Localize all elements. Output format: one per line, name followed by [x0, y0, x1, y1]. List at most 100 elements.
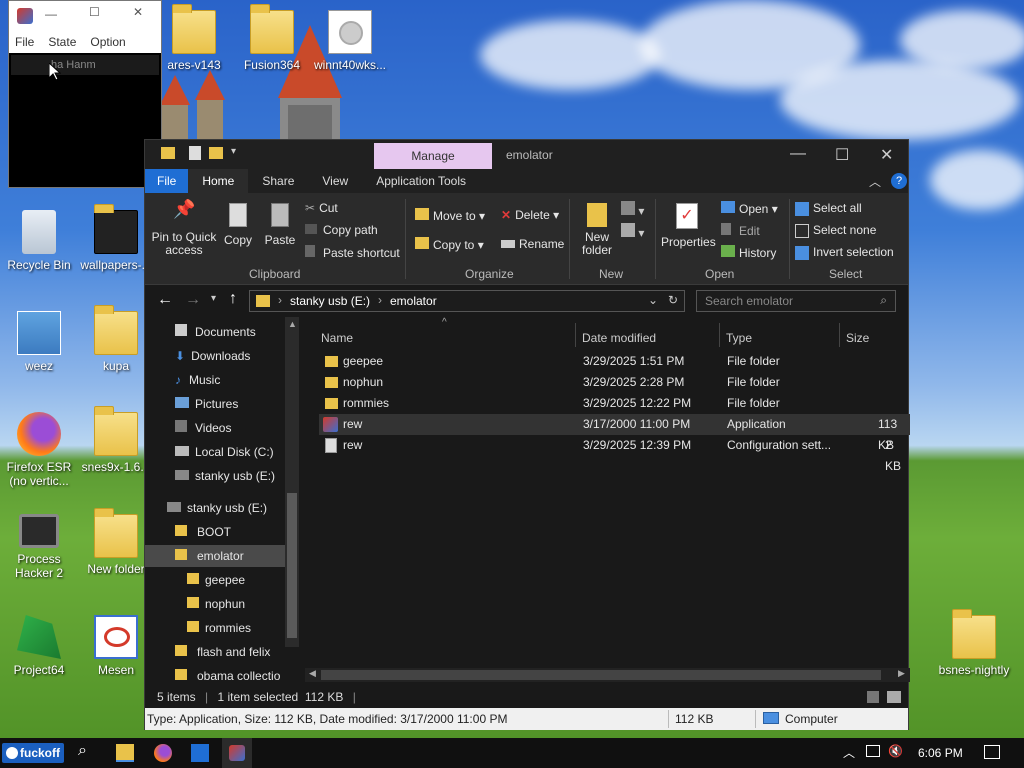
close-button[interactable]: ✕ [133, 5, 143, 19]
tab-share[interactable]: Share [248, 169, 308, 193]
close-button[interactable]: ✕ [880, 145, 893, 165]
up-arrow-icon[interactable]: ↑ [229, 290, 237, 308]
copy-path-button[interactable]: Copy path [305, 223, 378, 237]
minimize-button[interactable]: — [790, 145, 806, 163]
column-header-date[interactable]: Date modified [582, 331, 656, 345]
nav-obama-collection[interactable]: obama collectio [175, 665, 280, 685]
search-icon[interactable]: ⌕ [78, 742, 96, 760]
recent-dropdown-icon[interactable]: ▾ [211, 293, 216, 304]
desktop-icon-ares[interactable]: ares-v143 [156, 4, 232, 72]
nav-music[interactable]: ♪ Music [175, 369, 220, 391]
tray-chevron-icon[interactable]: ︿ [843, 744, 855, 761]
desktop-icon-snes9x[interactable]: snes9x-1.6... [78, 406, 154, 474]
nav-boot[interactable]: BOOT [175, 521, 231, 543]
select-all-button[interactable]: Select all [795, 201, 862, 216]
qat-dropdown-icon[interactable]: ▾ [231, 146, 236, 157]
edit-button[interactable]: Edit [721, 223, 760, 238]
tab-home[interactable]: Home [188, 169, 249, 193]
file-row-selected[interactable]: rew 3/17/2000 11:00 PM Application 113 K… [319, 414, 910, 452]
minimize-button[interactable]: — [45, 7, 57, 21]
paste-button[interactable]: Paste [263, 203, 297, 247]
details-view-icon[interactable] [867, 691, 879, 703]
tab-file[interactable]: File [145, 169, 189, 193]
file-explorer-taskbar-icon[interactable] [116, 744, 134, 762]
delete-button[interactable]: ✕ Delete ▾ [501, 208, 559, 222]
address-dropdown-icon[interactable]: ⌄ [648, 293, 658, 307]
nav-geepee[interactable]: geepee [187, 569, 245, 591]
desktop-icon-bsnes[interactable]: bsnes-nightly [936, 609, 1012, 677]
nav-emolator[interactable]: emolator [145, 545, 285, 567]
nav-nophun[interactable]: nophun [187, 593, 245, 615]
nav-local-disk[interactable]: Local Disk (C:) [175, 441, 274, 463]
easy-access-button[interactable]: ▾ [621, 223, 644, 240]
maximize-button[interactable]: ☐ [89, 5, 100, 19]
pin-quick-access-button[interactable]: 📌 Pin to Quick access [151, 200, 217, 257]
invert-selection-button[interactable]: Invert selection [795, 245, 894, 260]
file-row[interactable]: rommies 3/29/2025 12:22 PM File folder [319, 393, 910, 414]
menu-option[interactable]: Option [90, 35, 125, 49]
menu-file[interactable]: File [15, 35, 34, 49]
select-none-button[interactable]: Select none [795, 223, 876, 238]
copy-button[interactable]: Copy [223, 203, 253, 247]
desktop-icon-wallpapers[interactable]: wallpapers-... [78, 204, 154, 272]
desktop-icon-project64[interactable]: Project64 [1, 615, 77, 677]
nav-stanky-usb[interactable]: stanky usb (E:) [175, 465, 275, 487]
nav-scrollbar-thumb[interactable] [287, 493, 297, 638]
tab-application-tools[interactable]: Application Tools [362, 169, 480, 193]
network-icon[interactable] [866, 745, 880, 757]
nav-rommies[interactable]: rommies [187, 617, 251, 639]
desktop-icon-winnt40[interactable]: winnt40wks... [312, 10, 388, 72]
properties-button[interactable]: ✓ Properties [661, 203, 716, 249]
file-row[interactable]: geepee 3/29/2025 1:51 PM File folder [319, 351, 910, 372]
forward-arrow-icon[interactable]: → [185, 291, 201, 309]
nav-stanky-usb-root[interactable]: stanky usb (E:) [167, 497, 267, 519]
scroll-left-icon[interactable]: ◀ [309, 668, 316, 679]
collapse-ribbon-icon[interactable]: ︿ [869, 173, 881, 190]
new-folder-button[interactable]: New folder [577, 203, 617, 257]
tab-view[interactable]: View [308, 169, 362, 193]
rename-button[interactable]: Rename [501, 237, 564, 251]
mini-list-item[interactable]: ha Hanm [11, 55, 159, 75]
column-header-size[interactable]: Size [846, 331, 869, 345]
scroll-right-icon[interactable]: ▶ [898, 668, 905, 679]
nav-flash-and-felix[interactable]: flash and felix [175, 641, 270, 663]
tab-manage[interactable]: Manage [374, 143, 492, 169]
nav-pictures[interactable]: Pictures [175, 393, 238, 415]
desktop-icon-process-hacker[interactable]: Process Hacker 2 [1, 514, 77, 580]
file-row[interactable]: nophun 3/29/2025 2:28 PM File folder [319, 372, 910, 393]
move-to-button[interactable]: Move to ▾ [415, 208, 485, 223]
outlook-taskbar-icon[interactable] [191, 744, 209, 762]
copy-to-button[interactable]: Copy to ▾ [415, 237, 484, 252]
breadcrumb-folder[interactable]: emolator [390, 294, 437, 308]
desktop-icon-recycle-bin[interactable]: Recycle Bin [1, 210, 77, 272]
qat-folder-icon[interactable] [161, 147, 175, 159]
menu-state[interactable]: State [48, 35, 76, 49]
horizontal-scrollbar[interactable]: ◀ ▶ [305, 668, 910, 682]
desktop-icon-mesen[interactable]: Mesen [78, 615, 154, 677]
cut-button[interactable]: ✂ Cut [305, 201, 338, 215]
nav-scrollbar[interactable]: ▲ [285, 317, 299, 647]
large-icons-view-icon[interactable] [887, 691, 901, 703]
qat-newfolder-icon[interactable] [209, 147, 223, 159]
paste-shortcut-button[interactable]: Paste shortcut [305, 245, 400, 260]
volume-muted-icon[interactable]: 🔇 [888, 744, 903, 758]
maximize-button[interactable]: ☐ [835, 145, 849, 165]
desktop-icon-kupa[interactable]: kupa [78, 305, 154, 373]
notification-icon[interactable] [984, 745, 1000, 759]
file-row[interactable]: rew 3/29/2025 12:39 PM Configuration set… [319, 435, 910, 473]
clock[interactable]: 6:06 PM [918, 746, 963, 760]
desktop-icon-new-folder[interactable]: New folder [78, 508, 154, 576]
refresh-icon[interactable]: ↻ [668, 293, 678, 307]
search-input[interactable]: Search emolator ⌕ [696, 290, 896, 312]
breadcrumb-drive[interactable]: stanky usb (E:) [290, 294, 370, 308]
nav-downloads[interactable]: ⬇ Downloads [175, 345, 250, 367]
address-bar[interactable]: › stanky usb (E:) › emolator ⌄ ↻ [249, 290, 685, 312]
desktop-icon-weez[interactable]: weez [1, 311, 77, 373]
firefox-taskbar-icon[interactable] [154, 744, 172, 762]
horizontal-scrollbar-thumb[interactable] [321, 670, 881, 680]
desktop-icon-fusion364[interactable]: Fusion364 [234, 4, 310, 72]
back-arrow-icon[interactable]: ← [157, 291, 173, 309]
nav-videos[interactable]: Videos [175, 417, 231, 439]
help-icon[interactable]: ? [891, 173, 907, 189]
start-button[interactable]: fuckoff [2, 743, 64, 763]
